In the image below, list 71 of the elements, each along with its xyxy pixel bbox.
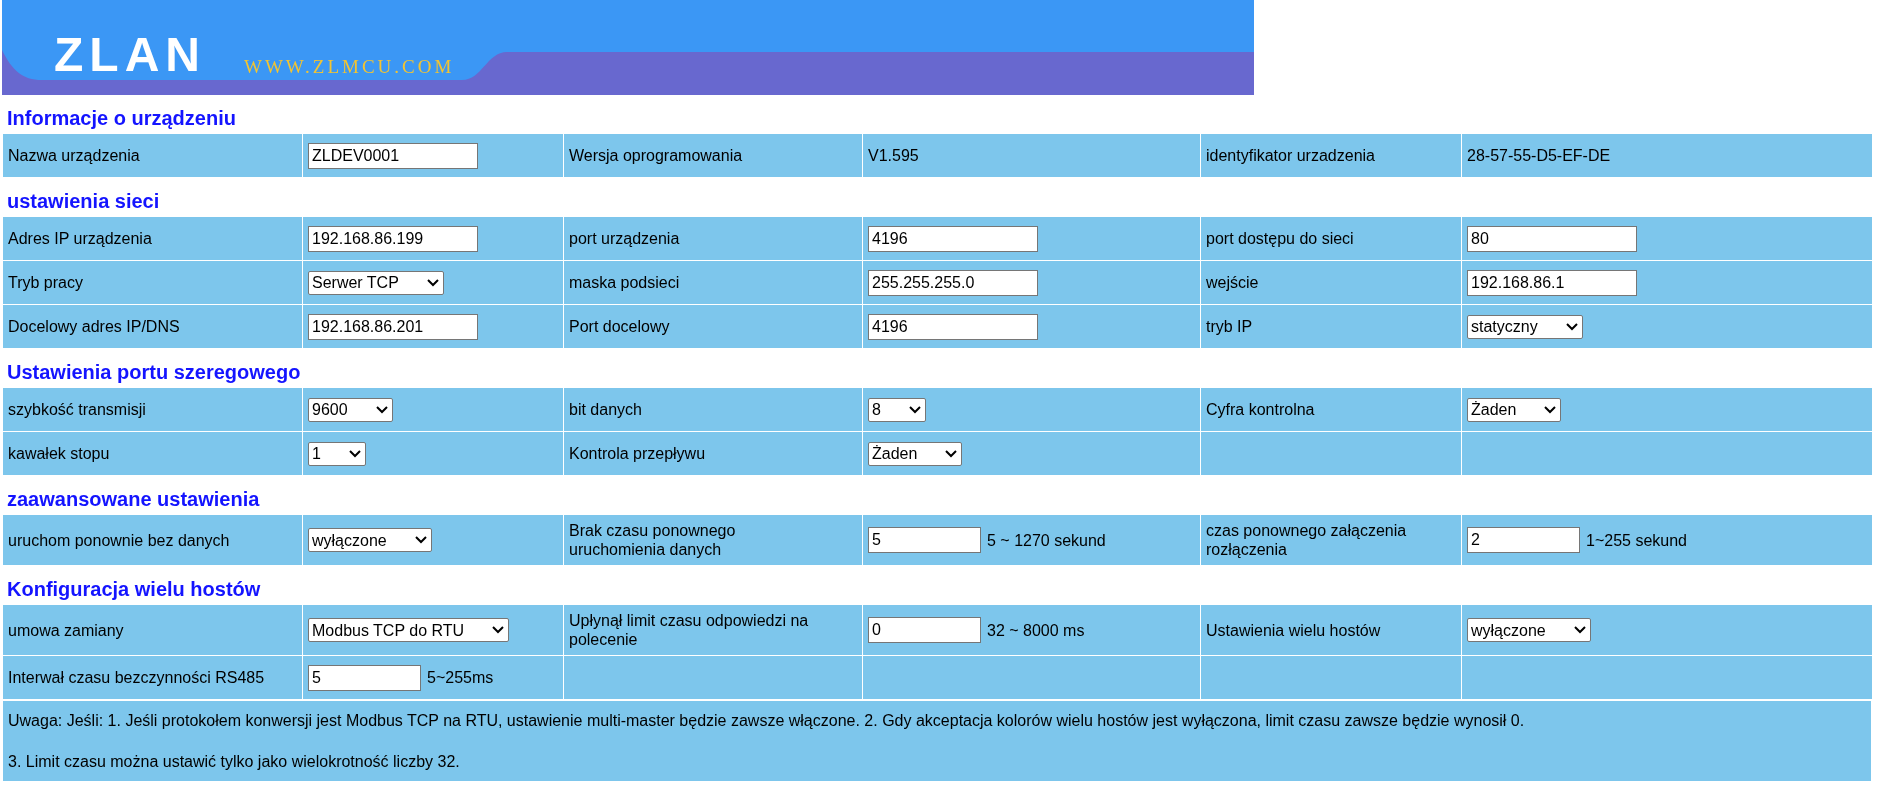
field-label: Wersja oprogramowania [563,133,863,178]
field-value: 28-57-55-D5-EF-DE [1461,133,1873,178]
section-title: Ustawienia portu szeregowego [6,360,302,385]
field-label: Docelowy adres IP/DNS [2,304,303,349]
chevron-down-icon [492,626,505,634]
chevron-down-icon [1565,322,1578,331]
text-input[interactable]: 0 [868,617,981,643]
text-input[interactable]: 192.168.86.199 [308,225,478,252]
field-value: V1.595 [862,133,1201,178]
text-input[interactable]: 255.255.255.0 [868,269,1038,296]
dropdown[interactable]: statyczny [1467,314,1583,339]
field-label: Interwał czasu bezczynności RS485 [2,655,303,700]
section-title: zaawansowane ustawienia [6,487,261,512]
chevron-down-icon [945,449,958,458]
dropdown[interactable]: Modbus TCP do RTU [308,618,510,642]
dropdown[interactable]: wyłączone [308,528,432,552]
field-label: bit danych [563,387,863,432]
field-label: wejście [1200,260,1462,305]
field-label: Tryb pracy [2,260,303,305]
field-label: Nazwa urządzenia [2,133,303,178]
range-hint: 32 ~ 8000 ms [987,620,1085,640]
field-label: Ustawienia wielu hostów [1200,604,1462,656]
field-label: Cyfra kontrolna [1200,387,1462,432]
chevron-down-icon [375,405,388,414]
field-label: umowa zamiany [2,604,303,656]
text-input[interactable]: 5 [308,664,421,691]
dropdown[interactable]: Żaden [868,441,963,466]
chevron-down-icon [1573,626,1586,634]
dropdown[interactable]: 9600 [308,397,393,422]
range-hint: 5~255ms [427,668,494,687]
dropdown[interactable]: Serwer TCP [308,270,444,295]
field-label: szybkość transmisji [2,387,303,432]
text-input[interactable]: ZLDEV0001 [308,142,478,169]
note-text: 3. Limit czasu można ustawić tylko jako wielokrotność liczby 32. [8,752,461,771]
field-label: kawałek stopu [2,431,303,476]
field-label: Brak czasu ponownego uruchomienia danych [563,514,863,566]
field-label: tryb IP [1200,304,1462,349]
dropdown[interactable]: Żaden [1467,397,1562,422]
text-input[interactable]: 192.168.86.201 [308,313,478,340]
text-input[interactable]: 5 [868,527,981,553]
field-label: Upłynął limit czasu odpowiedzi na polecenie [563,604,863,656]
range-hint: 1~255 sekund [1586,530,1687,550]
text-input[interactable]: 4196 [868,225,1038,252]
field-label: Adres IP urządzenia [2,216,303,261]
chevron-down-icon [348,449,361,458]
text-input[interactable]: 192.168.86.1 [1467,269,1637,296]
field-label: Kontrola przepływu [563,431,863,476]
field-label: Port docelowy [563,304,863,349]
section-title: Konfiguracja wielu hostów [6,577,262,602]
field-label: czas ponownego załączenia rozłączenia [1200,514,1462,566]
field-label: maska podsieci [563,260,863,305]
dropdown[interactable]: 8 [868,397,926,422]
chevron-down-icon [1544,405,1557,414]
section-title: Informacje o urządzeniu [6,106,237,131]
text-input[interactable]: 80 [1467,225,1637,252]
field-label: identyfikator urzadzenia [1200,133,1462,178]
field-label: uruchom ponownie bez danych [2,514,303,566]
chevron-down-icon [908,405,921,414]
field-label: port dostępu do sieci [1200,216,1462,261]
text-input[interactable]: 4196 [868,313,1038,340]
note-text: Uwaga: Jeśli: 1. Jeśli protokołem konwersji jest Modbus TCP na RTU, ustawienie multi-master będzie zawsze włączone. 2. Gdy akceptacja kolorów wielu hostów jest wyłączona, limit czasu zawsze będzie wynosił 0. [8,711,1526,730]
text-input[interactable]: 2 [1467,527,1580,553]
dropdown[interactable]: wyłączone [1467,618,1591,642]
dropdown[interactable]: 1 [308,441,366,466]
field-label: port urządzenia [563,216,863,261]
range-hint: 5 ~ 1270 sekund [987,530,1106,550]
chevron-down-icon [414,536,427,544]
chevron-down-icon [426,278,439,287]
logo: ZLAN [54,33,206,77]
website-url: WWW.ZLMCU.COM [243,57,455,77]
section-title: ustawienia sieci [6,189,161,214]
